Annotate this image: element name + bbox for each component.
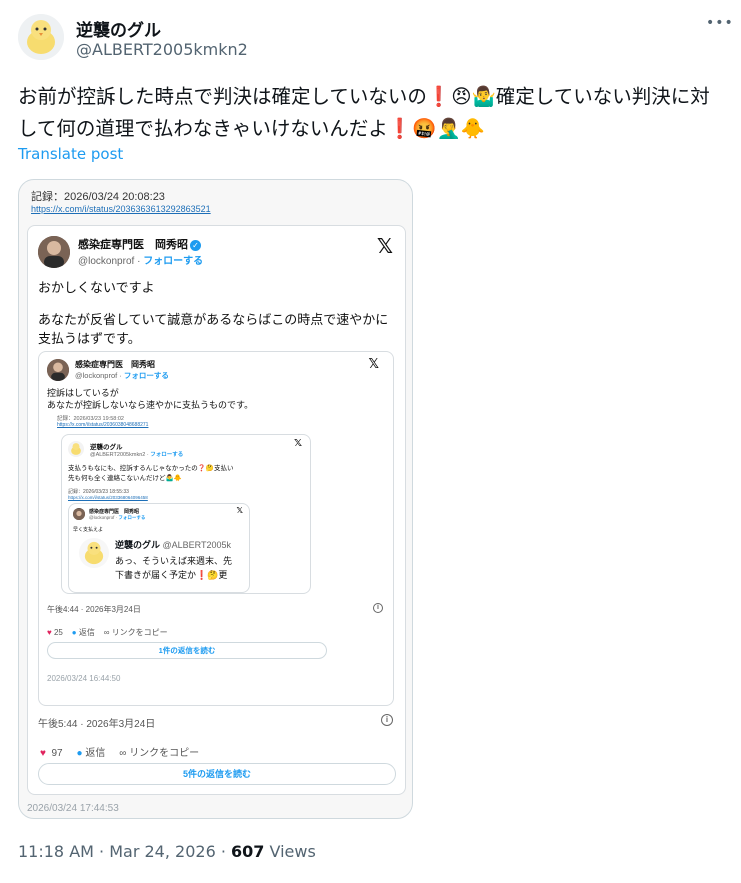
action-row: ♥ 97 ● 返信 ∞ リンクをコピー [40, 744, 199, 759]
card-text-1: 支払うもなにも、控訴するんじゃなかったの❓🤔支払い [68, 465, 234, 472]
record-link: https://x.com/i/status/2036038048688271 [57, 422, 149, 428]
card-text-2: あなたが控訴しないなら速やかに支払うものです。 [47, 400, 254, 410]
action-row: ♥ 25 ● 返信 ∞ リンクをコピー [47, 627, 168, 638]
nested-tweet-card: 感染症専門医 岡秀昭 @lockonprof · フォローする 𝕏 控訴はしてい… [38, 351, 394, 706]
read-replies-button: 5件の返信を読む [38, 763, 396, 785]
card-text-1: おかしくないですよ [38, 280, 155, 295]
record-timestamp: 記録：2026/03/23 19:58:02 [57, 416, 124, 422]
card-author-handle: @lockonprof · フォローする [75, 371, 169, 380]
card-text-2: 下書きが届く予定か❗🤔更 [115, 570, 228, 580]
x-logo-icon: 𝕏 [376, 236, 393, 258]
avatar [38, 236, 70, 268]
nested-tweet-card: 逆襲のグル @ALBERT2005k あっ、そういえば来週末、先 下書きが届く予… [75, 534, 251, 594]
card-stamp: 2026/03/24 16:44:50 [47, 674, 121, 683]
chick-avatar-icon [18, 14, 64, 60]
verified-badge-icon: ✓ [190, 239, 201, 251]
read-replies-button: 1件の返信を読む [47, 642, 327, 659]
avatar[interactable] [18, 14, 64, 60]
tweet-time: 午後4:44 · 2026年3月24日 [47, 605, 141, 614]
card-text-2: あなたが反省していて誠意があるならばこの時点で速やかに支払うはずです。 [38, 312, 389, 346]
avatar [73, 508, 85, 520]
reply-label: 返信 [85, 748, 106, 759]
card-author: 逆襲のグル @ALBERT2005k [115, 540, 232, 550]
person-avatar-icon [73, 509, 85, 520]
like-count: 97 [51, 748, 63, 759]
outer-stamp: 2026/03/24 17:44:53 [27, 803, 119, 814]
link-icon: ∞ [103, 628, 110, 637]
x-logo-icon: 𝕏 [236, 506, 243, 515]
avatar [68, 441, 84, 457]
post-time[interactable]: 11:18 AM [18, 842, 94, 861]
card-author-handle: @lockonprof · フォローする [89, 515, 146, 520]
x-logo-icon: 𝕏 [293, 438, 302, 449]
tweet-time: 午後5:44 · 2026年3月24日 [38, 719, 156, 730]
post-header: 逆襲のグル @ALBERT2005kmkn2 ••• [18, 14, 733, 64]
more-dots-icon[interactable]: ••• [706, 14, 733, 36]
person-avatar-icon [38, 236, 70, 268]
card-author-handle: @ALBERT2005kmkn2 · フォローする [90, 452, 184, 458]
nested-tweet-card: 感染症専門医 岡秀昭 @lockonprof · フォローする 𝕏 早く支払えよ… [68, 503, 250, 593]
post-meta: 11:18 AM · Mar 24, 2026 · 607 Views [18, 842, 316, 861]
display-name[interactable]: 逆襲のグル [76, 16, 161, 41]
card-text-1: 早く支払えよ [73, 527, 104, 533]
post-date[interactable]: Mar 24, 2026 [109, 842, 216, 861]
x-logo-icon: 𝕏 [368, 356, 379, 371]
views-label: Views [269, 842, 316, 861]
link-icon: ∞ [119, 748, 127, 759]
copy-link-label: リンクをコピー [129, 748, 200, 759]
heart-icon: ♥ [40, 748, 46, 759]
card-text-2: 先も何も全く連絡こないんだけど🤷‍♂️🐥 [68, 475, 182, 482]
like-count: 25 [53, 628, 63, 637]
card-author-handle: @lockonprof · フォローする [78, 256, 204, 267]
reply-bubble-icon: ● [76, 748, 83, 759]
views-count: 607 [231, 842, 265, 861]
record-timestamp: 記録：2026/03/23 18:55:33 [68, 489, 129, 495]
record-link: https://x.com/i/status/20363636132928635… [31, 204, 211, 214]
card-author-name: 感染症専門医 岡秀昭 [89, 509, 140, 515]
card-author-name: 感染症専門医 岡秀昭 ✓ [78, 236, 201, 252]
card-text-1: あっ、そういえば来週末、先 [115, 556, 233, 566]
heart-icon: ♥ [47, 628, 52, 637]
reply-label: 返信 [78, 628, 95, 637]
post-text: お前が控訴した時点で判決は確定していないの❗😠🤷‍♂️確定していない判決に対して… [18, 85, 710, 140]
reply-bubble-icon: ● [71, 628, 77, 637]
user-handle[interactable]: @ALBERT2005kmkn2 [76, 40, 248, 59]
post-media-image[interactable]: 記録：2026/03/24 20:08:23 https://x.com/i/s… [18, 179, 413, 819]
translate-post-link[interactable]: Translate post [18, 145, 123, 163]
person-avatar-icon [47, 359, 69, 381]
copy-link-label: リンクをコピー [111, 628, 168, 637]
avatar [47, 359, 69, 381]
embedded-tweet-card: 感染症専門医 岡秀昭 ✓ @lockonprof · フォローする 𝕏 おかしくな… [27, 225, 406, 795]
record-link: https://x.com/i/status/203368064096458 [68, 495, 148, 500]
nested-tweet-card: 逆襲のグル @ALBERT2005kmkn2 · フォローする 𝕏 支払うもなに… [61, 434, 311, 594]
record-timestamp: 記録：2026/03/24 20:08:23 [31, 191, 165, 203]
avatar [79, 538, 109, 568]
info-icon: i [381, 714, 393, 726]
card-author-name: 感染症専門医 岡秀昭 [75, 360, 155, 369]
chick-avatar-icon [71, 443, 81, 455]
info-icon: i [373, 603, 383, 613]
screenshot-archive: 記録：2026/03/24 20:08:23 https://x.com/i/s… [25, 182, 408, 814]
chick-avatar-icon [84, 541, 104, 565]
